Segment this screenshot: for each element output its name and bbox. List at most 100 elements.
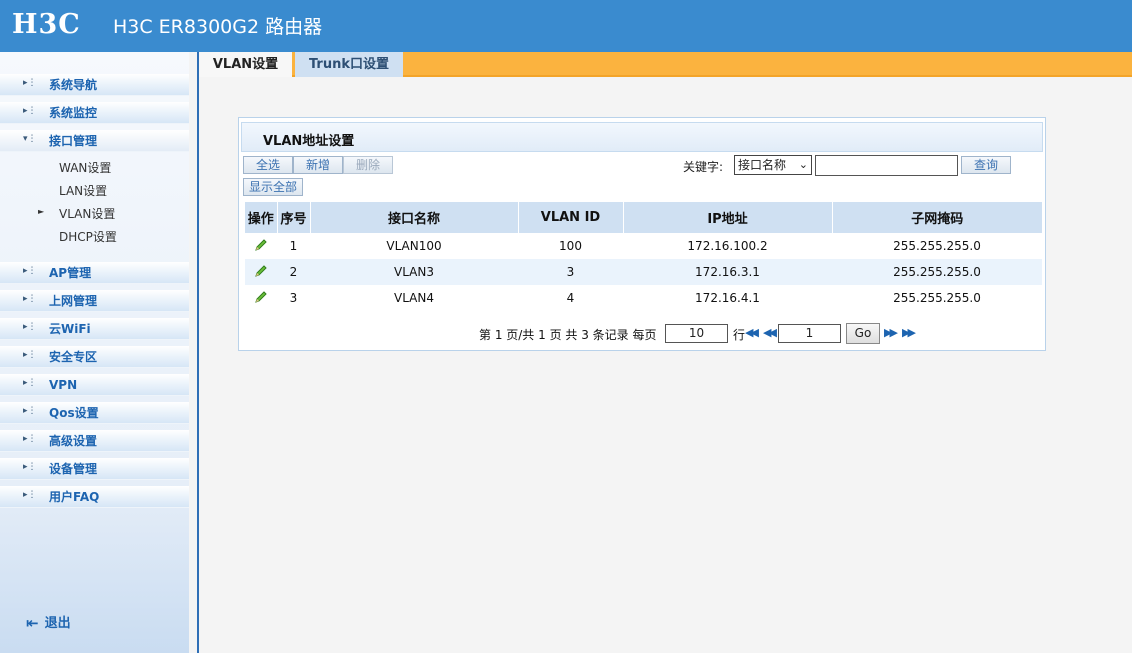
h3c-logo: H3C [12, 9, 81, 40]
expand-arrow-icon: ▸⋮ [23, 106, 37, 116]
sidebar-item-label: Qos设置 [49, 406, 99, 420]
sidebar-item-label: 安全专区 [49, 350, 98, 364]
cell-ip: 172.16.4.1 [623, 285, 832, 311]
vlan-table: 操作 序号 接口名称 VLAN ID IP地址 子网掩码 1 VLAN100 1… [245, 202, 1042, 311]
table-row: 2 VLAN3 3 172.16.3.1 255.255.255.0 [245, 259, 1042, 285]
sidebar: ▸⋮ 系统导航 ▸⋮ 系统监控 ▾⋮ 接口管理 WAN设置 LAN设置 ► VL… [0, 52, 189, 653]
panel-title: VLAN地址设置 [263, 134, 355, 149]
logout-button[interactable]: ⇤ 退出 [26, 612, 71, 632]
keyword-select-value: 接口名称 [738, 158, 787, 172]
keyword-input[interactable] [815, 155, 958, 176]
expand-arrow-icon: ▸⋮ [23, 78, 37, 88]
expand-arrow-icon: ▸⋮ [23, 322, 37, 332]
col-header-ip: IP地址 [623, 202, 833, 233]
logout-label: 退出 [44, 616, 71, 631]
first-page-icon[interactable]: ◀◀ [745, 326, 759, 339]
cell-name: VLAN3 [310, 259, 518, 285]
cell-mask: 255.255.255.0 [832, 285, 1042, 311]
sidebar-subitem-wan[interactable]: WAN设置 [59, 160, 111, 176]
cell-index: 2 [277, 259, 310, 285]
show-all-button[interactable]: 显示全部 [243, 178, 303, 196]
sidebar-subitem-dhcp[interactable]: DHCP设置 [59, 229, 117, 245]
cell-name: VLAN100 [310, 233, 518, 259]
page-number-input[interactable]: 1 [778, 324, 841, 343]
sidebar-item-ap-mgmt[interactable]: ▸⋮ AP管理 [0, 262, 189, 284]
expand-arrow-icon: ▸⋮ [23, 266, 37, 276]
panel-header: VLAN地址设置 [241, 122, 1043, 152]
search-button[interactable]: 查询 [961, 156, 1011, 174]
col-header-mask: 子网掩码 [832, 202, 1042, 233]
rows-unit-label: 行 [733, 328, 746, 342]
expand-arrow-icon: ▸⋮ [23, 350, 37, 360]
cell-vlan-id: 100 [518, 233, 623, 259]
sidebar-item-interface-mgmt[interactable]: ▾⋮ 接口管理 [0, 130, 189, 152]
sidebar-item-label: 云WiFi [49, 322, 91, 336]
collapse-arrow-icon: ▾⋮ [23, 134, 37, 144]
col-header-action: 操作 [245, 202, 278, 233]
pencil-icon [255, 264, 267, 277]
delete-button[interactable]: 删除 [343, 156, 393, 174]
sidebar-item-user-faq[interactable]: ▸⋮ 用户FAQ [0, 486, 189, 508]
table-row: 3 VLAN4 4 172.16.4.1 255.255.255.0 [245, 285, 1042, 311]
pencil-icon [255, 290, 267, 303]
go-button[interactable]: Go [846, 323, 880, 344]
last-page-icon[interactable]: ▶▶ [902, 326, 916, 339]
logout-icon: ⇤ [26, 614, 39, 632]
table-header-row: 操作 序号 接口名称 VLAN ID IP地址 子网掩码 [245, 202, 1042, 233]
sidebar-item-label: 接口管理 [49, 134, 98, 148]
sidebar-item-label: 上网管理 [49, 294, 98, 308]
per-page-input[interactable]: 10 [665, 324, 728, 343]
sidebar-item-label: 高级设置 [49, 434, 98, 448]
sidebar-divider [197, 52, 199, 653]
add-button[interactable]: 新增 [293, 156, 343, 174]
sidebar-item-qos[interactable]: ▸⋮ Qos设置 [0, 402, 189, 424]
cell-vlan-id: 3 [518, 259, 623, 285]
sidebar-item-internet-mgmt[interactable]: ▸⋮ 上网管理 [0, 290, 189, 312]
expand-arrow-icon: ▸⋮ [23, 462, 37, 472]
col-header-index: 序号 [277, 202, 311, 233]
sidebar-item-device-mgmt[interactable]: ▸⋮ 设备管理 [0, 458, 189, 480]
cell-ip: 172.16.100.2 [623, 233, 832, 259]
expand-arrow-icon: ▸⋮ [23, 378, 37, 388]
active-marker-icon: ► [38, 207, 45, 216]
edit-button[interactable] [245, 259, 277, 285]
cell-index: 1 [277, 233, 310, 259]
sidebar-subitem-lan[interactable]: LAN设置 [59, 183, 107, 199]
pencil-icon [255, 238, 267, 251]
sidebar-item-system-nav[interactable]: ▸⋮ 系统导航 [0, 74, 189, 96]
sidebar-item-label: AP管理 [49, 266, 92, 280]
sidebar-item-system-monitor[interactable]: ▸⋮ 系统监控 [0, 102, 189, 124]
sidebar-item-label: 设备管理 [49, 462, 98, 476]
sidebar-item-cloud-wifi[interactable]: ▸⋮ 云WiFi [0, 318, 189, 340]
sidebar-item-label: 系统导航 [49, 78, 98, 92]
next-page-icon[interactable]: ▶▶ [884, 326, 898, 339]
expand-arrow-icon: ▸⋮ [23, 434, 37, 444]
sidebar-item-advanced[interactable]: ▸⋮ 高级设置 [0, 430, 189, 452]
tab-bar: VLAN设置 Trunk口设置 [199, 52, 1132, 77]
sidebar-item-label: VPN [49, 378, 78, 392]
keyword-field-select[interactable]: 接口名称 ⌄ [734, 155, 812, 175]
keyword-label: 关键字: [683, 160, 724, 174]
col-header-vlan-id: VLAN ID [518, 202, 624, 233]
expand-arrow-icon: ▸⋮ [23, 490, 37, 500]
edit-button[interactable] [245, 233, 277, 259]
sidebar-item-label: 系统监控 [49, 106, 98, 120]
edit-button[interactable] [245, 285, 277, 311]
tab-vlan-settings[interactable]: VLAN设置 [199, 52, 292, 77]
vlan-address-panel: VLAN地址设置 全选 新增 删除 显示全部 关键字: 接口名称 ⌄ 查询 操作… [238, 117, 1046, 351]
sidebar-item-vpn[interactable]: ▸⋮ VPN [0, 374, 189, 396]
tab-trunk-settings[interactable]: Trunk口设置 [295, 52, 403, 77]
sidebar-item-security[interactable]: ▸⋮ 安全专区 [0, 346, 189, 368]
chevron-down-icon: ⌄ [798, 158, 808, 171]
col-header-name: 接口名称 [310, 202, 519, 233]
cell-name: VLAN4 [310, 285, 518, 311]
expand-arrow-icon: ▸⋮ [23, 294, 37, 304]
cell-vlan-id: 4 [518, 285, 623, 311]
table-row: 1 VLAN100 100 172.16.100.2 255.255.255.0 [245, 233, 1042, 259]
select-all-button[interactable]: 全选 [243, 156, 293, 174]
cell-ip: 172.16.3.1 [623, 259, 832, 285]
prev-page-icon[interactable]: ◀◀ [763, 326, 777, 339]
expand-arrow-icon: ▸⋮ [23, 406, 37, 416]
sidebar-subitem-vlan[interactable]: VLAN设置 [59, 206, 115, 222]
cell-mask: 255.255.255.0 [832, 233, 1042, 259]
